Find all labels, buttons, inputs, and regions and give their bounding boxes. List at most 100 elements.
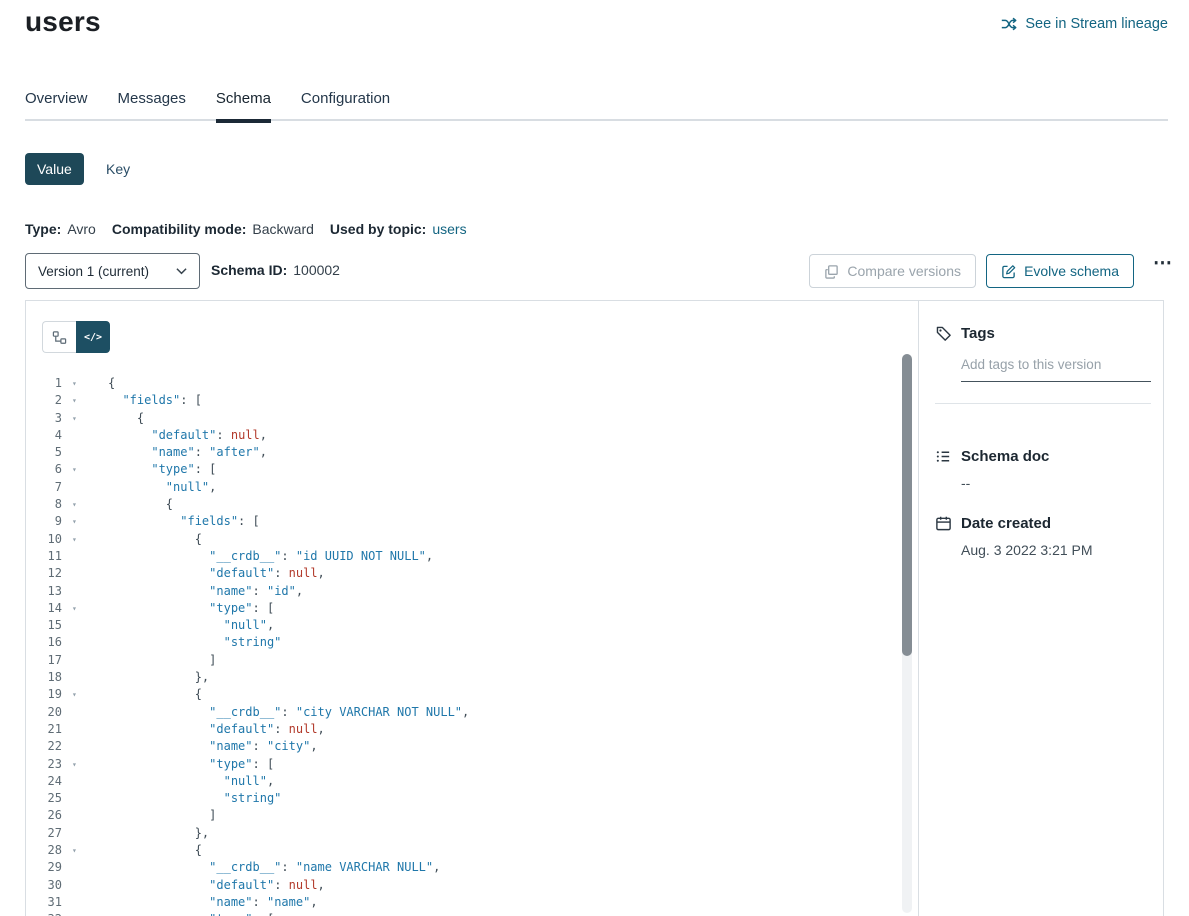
line-number: 32 xyxy=(26,911,70,916)
tree-view-button[interactable] xyxy=(42,321,76,353)
tags-section-header: Tags xyxy=(935,325,1151,342)
code-text: "type": [ xyxy=(108,461,216,478)
code-line: 11 "__crdb__": "id UUID NOT NULL", xyxy=(26,548,902,565)
code-line: 32▾ "type": [ xyxy=(26,911,902,916)
code-line: 18 }, xyxy=(26,669,902,686)
fold-toggle-icon[interactable]: ▾ xyxy=(70,686,88,703)
fold-spacer xyxy=(70,894,88,911)
code-line: 28▾ { xyxy=(26,842,902,859)
line-number: 9 xyxy=(26,513,70,530)
compatibility-mode-label: Compatibility mode: xyxy=(112,221,247,237)
code-text: { xyxy=(108,375,115,392)
version-select[interactable]: Version 1 (current) xyxy=(25,253,200,289)
line-number: 28 xyxy=(26,842,70,859)
fold-toggle-icon[interactable]: ▾ xyxy=(70,496,88,513)
schema-doc-title: Schema doc xyxy=(961,448,1049,465)
fold-spacer xyxy=(70,565,88,582)
tab-messages[interactable]: Messages xyxy=(118,90,186,120)
tab-schema[interactable]: Schema xyxy=(216,90,271,120)
code-text: { xyxy=(108,842,202,859)
fold-spacer xyxy=(70,479,88,496)
editor-scrollbar-thumb[interactable] xyxy=(902,354,912,656)
line-number: 1 xyxy=(26,375,70,392)
code-text: "fields": [ xyxy=(108,392,202,409)
code-text: { xyxy=(108,496,173,513)
code-line: 19▾ { xyxy=(26,686,902,703)
code-text: "fields": [ xyxy=(108,513,260,530)
page-title: users xyxy=(25,6,101,38)
fold-spacer xyxy=(70,652,88,669)
compare-versions-button[interactable]: Compare versions xyxy=(809,254,976,288)
fold-toggle-icon[interactable]: ▾ xyxy=(70,842,88,859)
code-text: "null", xyxy=(108,617,274,634)
code-line: 25 "string" xyxy=(26,790,902,807)
fold-toggle-icon[interactable]: ▾ xyxy=(70,392,88,409)
code-text: { xyxy=(108,686,202,703)
schema-doc-icon xyxy=(935,448,952,465)
schema-editor: </> 1▾{2▾ "fields": [3▾ {4 "default": nu… xyxy=(26,301,919,916)
fold-spacer xyxy=(70,738,88,755)
fold-toggle-icon[interactable]: ▾ xyxy=(70,461,88,478)
fold-toggle-icon[interactable]: ▾ xyxy=(70,756,88,773)
fold-spacer xyxy=(70,877,88,894)
tags-input[interactable] xyxy=(961,357,1151,382)
topic-link[interactable]: users xyxy=(432,221,466,237)
value-toggle-button[interactable]: Value xyxy=(25,153,84,185)
line-number: 29 xyxy=(26,859,70,876)
code-text: }, xyxy=(108,825,209,842)
fold-toggle-icon[interactable]: ▾ xyxy=(70,531,88,548)
line-number: 30 xyxy=(26,877,70,894)
code-line: 12 "default": null, xyxy=(26,565,902,582)
used-by-topic-label: Used by topic: xyxy=(330,221,426,237)
more-options-button[interactable]: ⋯ xyxy=(1153,252,1173,275)
fold-spacer xyxy=(70,773,88,790)
code-line: 24 "null", xyxy=(26,773,902,790)
fold-toggle-icon[interactable]: ▾ xyxy=(70,513,88,530)
line-number: 15 xyxy=(26,617,70,634)
code-text: "__crdb__": "id UUID NOT NULL", xyxy=(108,548,433,565)
code-line: 14▾ "type": [ xyxy=(26,600,902,617)
code-line: 4 "default": null, xyxy=(26,427,902,444)
tab-configuration[interactable]: Configuration xyxy=(301,90,390,120)
compare-versions-label: Compare versions xyxy=(847,263,961,279)
fold-toggle-icon[interactable]: ▾ xyxy=(70,911,88,916)
fold-spacer xyxy=(70,583,88,600)
code-text: "default": null, xyxy=(108,565,325,582)
line-number: 3 xyxy=(26,410,70,427)
key-toggle-button[interactable]: Key xyxy=(94,153,142,185)
schema-doc-section: Schema doc -- xyxy=(935,448,1151,491)
fold-spacer xyxy=(70,444,88,461)
code-line: 5 "name": "after", xyxy=(26,444,902,461)
code-text: { xyxy=(108,531,202,548)
code-line: 16 "string" xyxy=(26,634,902,651)
line-number: 20 xyxy=(26,704,70,721)
code-line: 27 }, xyxy=(26,825,902,842)
type-label: Type: xyxy=(25,221,61,237)
version-select-value: Version 1 (current) xyxy=(38,264,149,279)
schema-sidebar: Tags Schema doc -- xyxy=(919,301,1167,916)
code-text: "string" xyxy=(108,634,281,651)
fold-toggle-icon[interactable]: ▾ xyxy=(70,600,88,617)
code-line: 26 ] xyxy=(26,807,902,824)
code-text: "name": "city", xyxy=(108,738,318,755)
line-number: 6 xyxy=(26,461,70,478)
code-line: 7 "null", xyxy=(26,479,902,496)
fold-spacer xyxy=(70,825,88,842)
evolve-schema-button[interactable]: Evolve schema xyxy=(986,254,1134,288)
fold-spacer xyxy=(70,669,88,686)
see-in-stream-lineage-link[interactable]: See in Stream lineage xyxy=(1000,15,1168,33)
line-number: 5 xyxy=(26,444,70,461)
code-text: "null", xyxy=(108,479,216,496)
code-line: 10▾ { xyxy=(26,531,902,548)
tab-bar: Overview Messages Schema Configuration xyxy=(25,90,390,120)
code-line: 21 "default": null, xyxy=(26,721,902,738)
fold-toggle-icon[interactable]: ▾ xyxy=(70,410,88,427)
line-number: 25 xyxy=(26,790,70,807)
schema-id: Schema ID: 100002 xyxy=(211,262,340,278)
fold-toggle-icon[interactable]: ▾ xyxy=(70,375,88,392)
tab-overview[interactable]: Overview xyxy=(25,90,88,120)
line-number: 18 xyxy=(26,669,70,686)
code-line: 15 "null", xyxy=(26,617,902,634)
date-created-title: Date created xyxy=(961,515,1051,532)
code-view-button[interactable]: </> xyxy=(76,321,110,353)
